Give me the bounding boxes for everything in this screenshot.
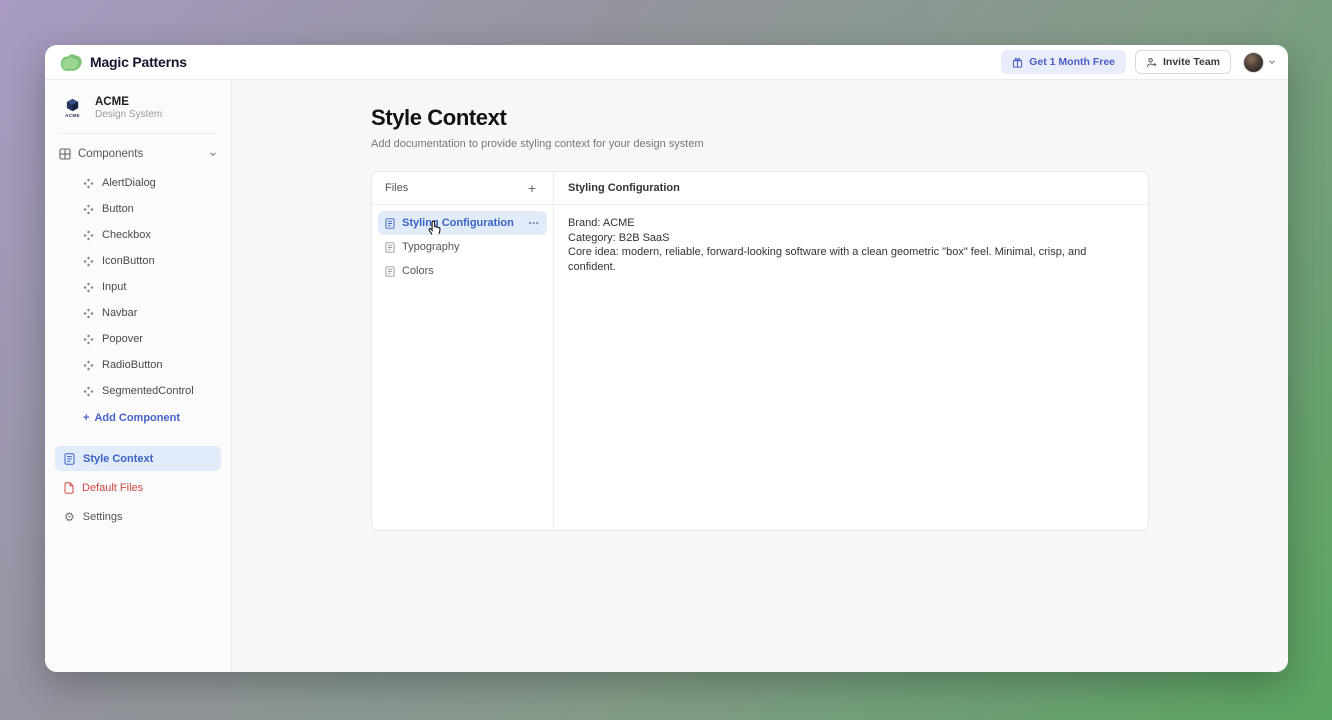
brand-name: Magic Patterns (90, 54, 187, 70)
grid-icon (59, 148, 71, 160)
component-icon (83, 334, 94, 345)
component-label: Popover (102, 333, 143, 345)
component-icon (83, 308, 94, 319)
workspace-switcher[interactable]: ACME ACME Design System (45, 90, 231, 131)
document-icon (385, 242, 395, 253)
sidebar-item-alertdialog[interactable]: AlertDialog (45, 170, 231, 196)
sidebar-item-segmentedcontrol[interactable]: SegmentedControl (45, 378, 231, 404)
component-label: Input (102, 281, 126, 293)
sidebar-item-navbar[interactable]: Navbar (45, 300, 231, 326)
add-component-label: Add Component (94, 412, 180, 424)
user-avatar (1243, 52, 1264, 73)
top-bar: Magic Patterns Get 1 Month Free (45, 45, 1288, 80)
sidebar-item-iconbutton[interactable]: IconButton (45, 248, 231, 274)
sidebar-item-settings[interactable]: ⚙ Settings (55, 504, 221, 529)
default-files-label: Default Files (82, 482, 143, 494)
app-body: ACME ACME Design System Components (45, 80, 1288, 672)
workspace-name: ACME (95, 96, 162, 108)
file-item-styling-configuration[interactable]: Styling Configuration ⋯ (378, 211, 547, 235)
file-item-typography[interactable]: Typography (378, 235, 547, 259)
get-month-free-label: Get 1 Month Free (1029, 56, 1115, 68)
component-label: Button (102, 203, 134, 215)
component-icon (83, 178, 94, 189)
topbar-actions: Get 1 Month Free Invite Team (1001, 50, 1276, 74)
style-context-panel: Files + Styling Configuration (371, 171, 1149, 531)
sidebar: ACME ACME Design System Components (45, 80, 232, 672)
detail-column: Styling Configuration Brand: ACME Catego… (554, 172, 1148, 530)
sidebar-item-checkbox[interactable]: Checkbox (45, 222, 231, 248)
component-icon (83, 360, 94, 371)
add-file-button[interactable]: + (524, 179, 540, 197)
detail-line-core-idea: Core idea: modern, reliable, forward-loo… (568, 245, 1134, 274)
component-label: Navbar (102, 307, 137, 319)
file-list: Styling Configuration ⋯ Typography (372, 205, 553, 289)
gear-icon: ⚙ (64, 511, 75, 523)
main-content: Style Context Add documentation to provi… (232, 80, 1288, 672)
file-icon (64, 482, 74, 494)
page-title: Style Context (371, 105, 1149, 131)
acme-logo-icon: ACME (59, 94, 86, 121)
detail-body[interactable]: Brand: ACME Category: B2B SaaS Core idea… (554, 205, 1148, 285)
main-inner: Style Context Add documentation to provi… (371, 80, 1149, 531)
sidebar-item-input[interactable]: Input (45, 274, 231, 300)
file-menu-button[interactable]: ⋯ (528, 217, 540, 230)
page-subtitle: Add documentation to provide styling con… (371, 138, 1149, 150)
invite-team-label: Invite Team (1163, 56, 1220, 68)
component-icon (83, 230, 94, 241)
component-icon (83, 256, 94, 267)
document-icon (385, 218, 395, 229)
brand-logo[interactable]: Magic Patterns (59, 53, 187, 72)
components-section-header[interactable]: Components (45, 142, 231, 166)
document-icon (385, 266, 395, 277)
file-label: Styling Configuration (402, 217, 521, 229)
component-icon (83, 386, 94, 397)
user-menu[interactable] (1243, 52, 1276, 73)
components-list: AlertDialog Button Checkbox IconButton I… (45, 166, 231, 434)
gift-icon (1012, 57, 1023, 68)
detail-line-brand: Brand: ACME (568, 216, 1134, 231)
chevron-down-icon (209, 150, 217, 158)
files-header-label: Files (385, 182, 408, 194)
sidebar-item-radiobutton[interactable]: RadioButton (45, 352, 231, 378)
document-icon (64, 453, 75, 465)
invite-person-icon (1146, 57, 1157, 68)
settings-label: Settings (83, 511, 123, 523)
style-context-label: Style Context (83, 453, 153, 465)
component-label: Checkbox (102, 229, 151, 241)
invite-team-button[interactable]: Invite Team (1135, 50, 1231, 74)
component-icon (83, 282, 94, 293)
component-label: RadioButton (102, 359, 163, 371)
component-label: SegmentedControl (102, 385, 194, 397)
component-icon (83, 204, 94, 215)
files-column: Files + Styling Configuration (372, 172, 554, 530)
sidebar-item-popover[interactable]: Popover (45, 326, 231, 352)
sidebar-item-style-context[interactable]: Style Context (55, 446, 221, 471)
desktop-background: { "topbar": { "brand": "Magic Patterns",… (0, 0, 1332, 720)
component-label: AlertDialog (102, 177, 156, 189)
magic-patterns-logo-icon (59, 53, 83, 72)
file-item-colors[interactable]: Colors (378, 259, 547, 283)
add-component-button[interactable]: + Add Component (45, 404, 231, 432)
detail-line-category: Category: B2B SaaS (568, 231, 1134, 246)
app-window: Magic Patterns Get 1 Month Free (45, 45, 1288, 672)
sidebar-divider (59, 133, 217, 134)
chevron-down-icon (1268, 58, 1276, 66)
detail-header: Styling Configuration (554, 172, 1148, 205)
file-label: Colors (402, 265, 540, 277)
acme-logo-text: ACME (65, 113, 80, 118)
plus-icon: + (83, 412, 89, 424)
files-header: Files + (372, 172, 553, 205)
component-label: IconButton (102, 255, 155, 267)
components-header-label: Components (78, 148, 202, 160)
workspace-subtitle: Design System (95, 109, 162, 120)
get-month-free-button[interactable]: Get 1 Month Free (1001, 50, 1126, 74)
sidebar-item-default-files[interactable]: Default Files (55, 475, 221, 500)
file-label: Typography (402, 241, 540, 253)
workspace-meta: ACME Design System (95, 96, 162, 120)
sidebar-item-button[interactable]: Button (45, 196, 231, 222)
